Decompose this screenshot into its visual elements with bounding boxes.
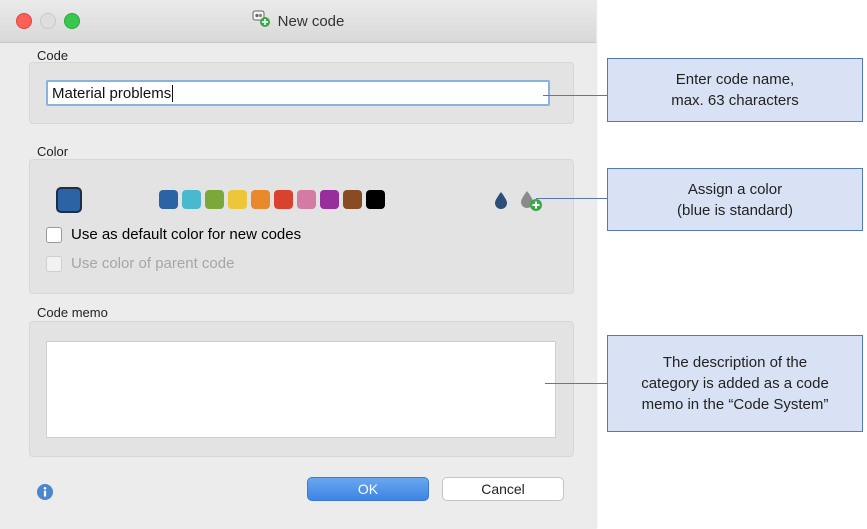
- callout-text-line: category is added as a code: [641, 375, 829, 392]
- info-icon[interactable]: [37, 484, 53, 505]
- callout-text-line: Assign a color: [687, 180, 783, 198]
- color-callout-leader: [536, 198, 607, 199]
- color-section-label: Color: [37, 144, 69, 159]
- color-swatch-4[interactable]: [228, 190, 247, 209]
- code-section-label: Code: [37, 48, 69, 63]
- code-name-value: Material problems: [52, 84, 172, 102]
- color-callout: Assign a color (blue is standard): [607, 168, 863, 231]
- new-code-dialog: New code Code Material problems Color Us…: [0, 0, 596, 529]
- memo-callout-leader: [545, 383, 607, 384]
- cancel-button[interactable]: Cancel: [442, 477, 564, 501]
- callout-text-line: The description of the: [662, 354, 808, 371]
- color-swatch-2[interactable]: [182, 190, 201, 209]
- color-drop-icon[interactable]: [494, 191, 508, 214]
- callout-text-line: (blue is standard): [677, 201, 793, 219]
- color-swatch-7[interactable]: [297, 190, 316, 209]
- callout-text-line: memo in the “Code System”: [641, 396, 829, 413]
- color-swatch-3[interactable]: [205, 190, 224, 209]
- parent-color-checkbox-row: Use color of parent code: [46, 255, 234, 272]
- color-swatch-8[interactable]: [320, 190, 339, 209]
- code-name-input[interactable]: Material problems: [46, 80, 550, 106]
- ok-button[interactable]: OK: [307, 477, 429, 501]
- parent-color-checkbox: [46, 255, 62, 272]
- color-palette: [159, 190, 385, 209]
- window-title: New code: [277, 12, 345, 30]
- new-code-icon: [252, 10, 272, 33]
- color-swatch-5[interactable]: [251, 190, 270, 209]
- default-color-checkbox-label: Use as default color for new codes: [71, 226, 302, 243]
- callout-text-line: Enter code name,: [675, 71, 795, 88]
- color-swatch-1[interactable]: [159, 190, 178, 209]
- color-swatch-10[interactable]: [366, 190, 385, 209]
- selected-color-swatch[interactable]: [56, 187, 82, 213]
- code-memo-textarea[interactable]: [46, 341, 556, 438]
- text-caret: [172, 84, 174, 102]
- memo-section-label: Code memo: [37, 305, 108, 320]
- add-color-icon[interactable]: [520, 190, 544, 217]
- callout-text-line: max. 63 characters: [671, 92, 799, 109]
- default-color-checkbox-row[interactable]: Use as default color for new codes: [46, 226, 301, 243]
- default-color-checkbox[interactable]: [46, 226, 62, 243]
- color-swatch-6[interactable]: [274, 190, 293, 209]
- parent-color-checkbox-label: Use color of parent code: [71, 255, 235, 272]
- color-swatch-9[interactable]: [343, 190, 362, 209]
- code-callout-leader: [543, 95, 607, 96]
- code-name-callout: Enter code name, max. 63 characters: [607, 58, 863, 122]
- title-bar: New code: [0, 0, 596, 43]
- memo-callout: The description of the category is added…: [607, 335, 863, 432]
